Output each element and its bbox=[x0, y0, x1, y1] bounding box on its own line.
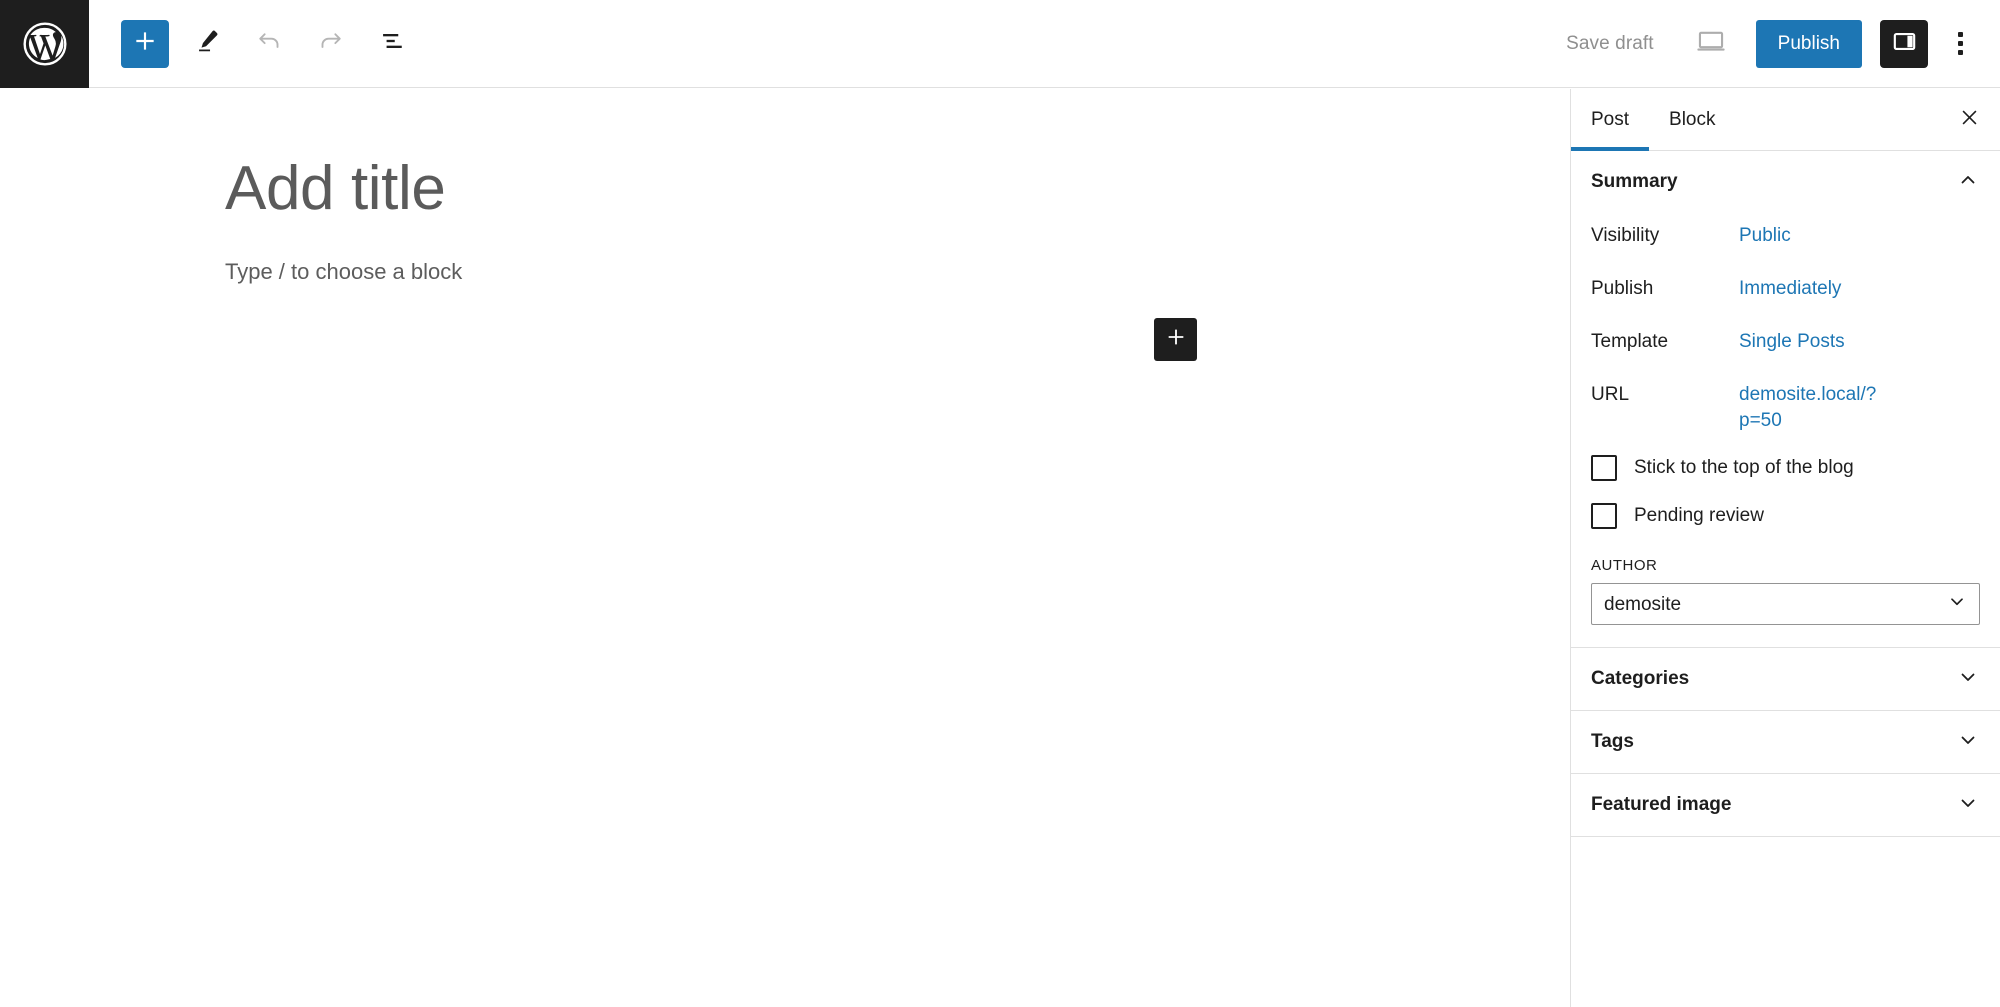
undo-arrow-icon bbox=[255, 27, 283, 60]
settings-sidebar-icon bbox=[1891, 28, 1918, 60]
summary-label-url: URL bbox=[1591, 384, 1630, 405]
url-value-button[interactable]: demosite.local/?p=50 bbox=[1739, 382, 1899, 433]
publish-date-value-button[interactable]: Immediately bbox=[1739, 276, 1841, 302]
editor-canvas: Add title Type / to choose a block bbox=[0, 89, 1570, 1007]
dot-3 bbox=[1957, 50, 1963, 55]
author-select[interactable]: demosite bbox=[1591, 583, 1980, 626]
panel-featured-image-title: Featured image bbox=[1591, 794, 1732, 816]
author-select-wrapper: demosite bbox=[1591, 583, 1980, 626]
wordpress-block-editor: Save draft Publish Add title Type / to c… bbox=[0, 0, 2000, 1007]
pending-review-checkbox-row[interactable]: Pending review bbox=[1591, 503, 1980, 530]
settings-sidebar-toggle-button[interactable] bbox=[1880, 19, 1928, 68]
summary-row-visibility: Visibility Public bbox=[1591, 217, 1980, 270]
panel-featured-image: Featured image bbox=[1571, 774, 2000, 838]
inline-block-inserter-button[interactable] bbox=[1154, 318, 1197, 361]
visibility-value-button[interactable]: Public bbox=[1739, 223, 1791, 249]
list-view-button[interactable] bbox=[369, 20, 417, 68]
preview-button[interactable] bbox=[1682, 20, 1740, 68]
three-dots-vertical-icon bbox=[1957, 32, 1963, 37]
close-icon bbox=[1957, 105, 1982, 135]
summary-label-publish: Publish bbox=[1591, 278, 1654, 299]
publish-button[interactable]: Publish bbox=[1755, 19, 1862, 68]
plus-icon bbox=[132, 28, 158, 59]
redo-arrow-icon bbox=[317, 27, 345, 60]
chevron-down-icon bbox=[1956, 728, 1980, 757]
editor-header: Save draft Publish bbox=[0, 0, 2000, 88]
panel-summary-title: Summary bbox=[1591, 171, 1678, 192]
pencil-icon bbox=[193, 27, 221, 60]
sticky-post-label: Stick to the top of the blog bbox=[1634, 457, 1854, 479]
panel-categories: Categories bbox=[1571, 648, 2000, 712]
tab-post[interactable]: Post bbox=[1571, 89, 1650, 151]
save-draft-button[interactable]: Save draft bbox=[1552, 23, 1668, 65]
summary-row-template: Template Single Posts bbox=[1591, 323, 1980, 376]
panel-tags-title: Tags bbox=[1591, 731, 1634, 753]
template-value-button[interactable]: Single Posts bbox=[1739, 329, 1845, 355]
header-right-toolbar: Save draft Publish bbox=[1552, 19, 1982, 68]
desktop-preview-icon bbox=[1694, 24, 1728, 63]
summary-label-template: Template bbox=[1591, 331, 1669, 352]
redo-button[interactable] bbox=[307, 20, 355, 68]
panel-featured-image-header[interactable]: Featured image bbox=[1571, 774, 2000, 836]
add-block-button[interactable] bbox=[121, 19, 169, 68]
edit-mode-button[interactable] bbox=[183, 20, 231, 68]
panel-summary-body: Visibility Public Publish Immediately Te… bbox=[1571, 213, 2000, 647]
wordpress-logo-button[interactable] bbox=[0, 0, 89, 88]
panel-tags: Tags bbox=[1571, 711, 2000, 775]
undo-button[interactable] bbox=[245, 20, 293, 68]
wordpress-logo-icon bbox=[22, 21, 68, 67]
plus-icon bbox=[1165, 326, 1187, 353]
panel-tags-header[interactable]: Tags bbox=[1571, 711, 2000, 773]
panel-categories-title: Categories bbox=[1591, 668, 1690, 690]
post-title-input[interactable]: Add title bbox=[225, 153, 446, 224]
author-field-label: AUTHOR bbox=[1591, 557, 1658, 575]
summary-row-publish: Publish Immediately bbox=[1591, 270, 1980, 323]
chevron-down-icon bbox=[1956, 791, 1980, 820]
panel-categories-header[interactable]: Categories bbox=[1571, 648, 2000, 710]
block-paragraph-input[interactable]: Type / to choose a block bbox=[225, 255, 462, 288]
panel-summary: Summary Visibility Public Publish Immedi… bbox=[1571, 151, 2000, 649]
dot-2 bbox=[1957, 41, 1963, 46]
sticky-post-checkbox-row[interactable]: Stick to the top of the blog bbox=[1591, 455, 1980, 482]
tab-block[interactable]: Block bbox=[1649, 89, 1735, 150]
list-view-icon bbox=[379, 27, 407, 60]
settings-sidebar: Post Block Summary Visibility Public Pub… bbox=[1570, 89, 2000, 1007]
pending-review-label: Pending review bbox=[1634, 505, 1764, 527]
summary-label-visibility: Visibility bbox=[1591, 225, 1660, 246]
more-options-button[interactable] bbox=[1938, 20, 1982, 68]
chevron-up-icon bbox=[1956, 168, 1980, 197]
chevron-down-icon bbox=[1956, 665, 1980, 694]
header-left-toolbar bbox=[121, 19, 417, 68]
panel-summary-header[interactable]: Summary bbox=[1571, 151, 2000, 213]
summary-row-url: URL demosite.local/?p=50 bbox=[1591, 376, 1980, 433]
sidebar-tab-bar: Post Block bbox=[1571, 89, 2000, 151]
pending-review-checkbox[interactable] bbox=[1591, 503, 1617, 530]
close-sidebar-button[interactable] bbox=[1938, 89, 2000, 150]
sticky-post-checkbox[interactable] bbox=[1591, 455, 1617, 482]
